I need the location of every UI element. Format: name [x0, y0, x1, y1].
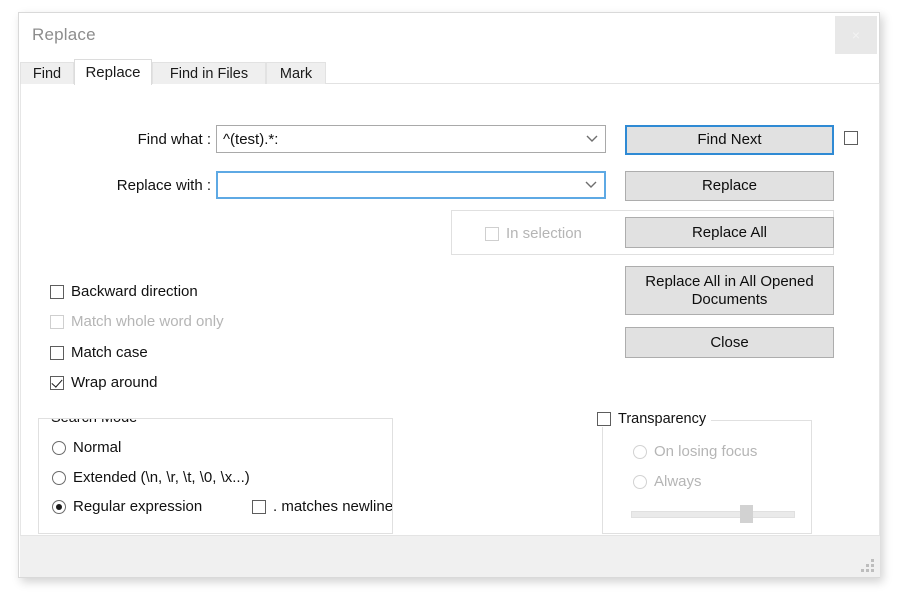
search-mode-regular-expression-radio[interactable]: Regular expression: [52, 498, 202, 515]
status-bar: [20, 535, 880, 577]
checkbox-box[interactable]: [597, 412, 611, 426]
find-what-input[interactable]: ^(test).*:: [217, 131, 579, 148]
slider-track[interactable]: [631, 511, 795, 518]
checkbox-box[interactable]: [50, 345, 64, 360]
radio-circle[interactable]: [52, 470, 66, 485]
find-next-button[interactable]: Find Next: [625, 125, 834, 155]
match-whole-word-only-label: Match whole word only: [71, 313, 224, 330]
radio-circle[interactable]: [52, 499, 66, 514]
checkbox-box[interactable]: [50, 314, 64, 329]
dialog-title: Replace: [32, 25, 96, 44]
wrap-around-checkbox[interactable]: Wrap around: [50, 374, 157, 391]
slider-thumb[interactable]: [739, 505, 753, 523]
tab-replace[interactable]: Replace: [74, 59, 152, 85]
replace-with-combo[interactable]: [216, 171, 606, 199]
replace-all-in-all-opened-documents-button[interactable]: Replace All in All Opened Documents: [625, 266, 834, 315]
search-mode-normal-label: Normal: [73, 439, 122, 456]
transparency-group: On losing focus Always: [602, 420, 812, 534]
match-case-checkbox[interactable]: Match case: [50, 344, 148, 361]
screen: Replace × Find Replace Find in Files Mar…: [0, 0, 899, 595]
resize-grip[interactable]: [861, 559, 874, 572]
replace-dialog: Replace × Find Replace Find in Files Mar…: [18, 12, 880, 578]
backward-direction-checkbox[interactable]: Backward direction: [50, 283, 198, 300]
search-mode-extended-label: Extended (\n, \r, \t, \0, \x...): [73, 469, 250, 486]
find-what-label: Find what :: [137, 131, 211, 148]
tab-panel: Find what : ^(test).*: Replace with : Fi…: [20, 84, 880, 535]
dot-matches-newline-label: . matches newline: [273, 498, 393, 515]
replace-button[interactable]: Replace: [625, 171, 834, 201]
transparency-checkbox[interactable]: Transparency: [597, 411, 712, 427]
search-mode-normal-radio[interactable]: Normal: [52, 439, 121, 456]
tab-mark[interactable]: Mark: [266, 62, 326, 84]
radio-circle[interactable]: [52, 440, 66, 455]
title-bar: Replace ×: [19, 13, 879, 59]
radio-circle[interactable]: [633, 474, 647, 489]
chevron-down-icon[interactable]: [579, 135, 605, 143]
radio-circle[interactable]: [633, 444, 647, 459]
replace-all-button[interactable]: Replace All: [625, 217, 834, 248]
checkbox-box[interactable]: [50, 284, 64, 299]
tab-find-in-files[interactable]: Find in Files: [152, 62, 266, 84]
transparency-slider[interactable]: [631, 505, 795, 523]
search-mode-title: Search Mode: [47, 419, 142, 426]
search-mode-extended-radio[interactable]: Extended (\n, \r, \t, \0, \x...): [52, 469, 250, 486]
chevron-down-icon[interactable]: [578, 181, 604, 189]
in-selection-label: In selection: [506, 225, 582, 242]
dot-matches-newline-checkbox[interactable]: . matches newline: [252, 498, 393, 515]
replace-with-label: Replace with :: [116, 177, 211, 194]
find-what-combo[interactable]: ^(test).*:: [216, 125, 606, 153]
checkbox-box[interactable]: [485, 226, 499, 241]
match-case-label: Match case: [71, 344, 148, 361]
search-mode-group: Search Mode Normal Extended (\n, \r, \t,…: [38, 418, 393, 534]
in-selection-checkbox[interactable]: In selection: [485, 225, 582, 242]
checkbox-box[interactable]: [50, 375, 64, 390]
close-button[interactable]: Close: [625, 327, 834, 358]
close-icon[interactable]: ×: [835, 16, 877, 54]
backward-direction-label: Backward direction: [71, 283, 198, 300]
search-mode-regular-expression-label: Regular expression: [73, 498, 203, 515]
checkbox-box[interactable]: [844, 131, 858, 145]
tab-find[interactable]: Find: [20, 62, 74, 84]
backward-search-checkbox[interactable]: [844, 131, 865, 145]
transparency-on-losing-focus-radio[interactable]: On losing focus: [633, 443, 757, 460]
transparency-label: Transparency: [618, 411, 707, 427]
transparency-always-label: Always: [654, 473, 702, 490]
transparency-on-losing-focus-label: On losing focus: [654, 443, 758, 460]
match-whole-word-only-checkbox[interactable]: Match whole word only: [50, 313, 224, 330]
transparency-always-radio[interactable]: Always: [633, 473, 702, 490]
checkbox-box[interactable]: [252, 499, 266, 514]
wrap-around-label: Wrap around: [71, 374, 158, 391]
tab-strip: Find Replace Find in Files Mark: [20, 59, 880, 85]
